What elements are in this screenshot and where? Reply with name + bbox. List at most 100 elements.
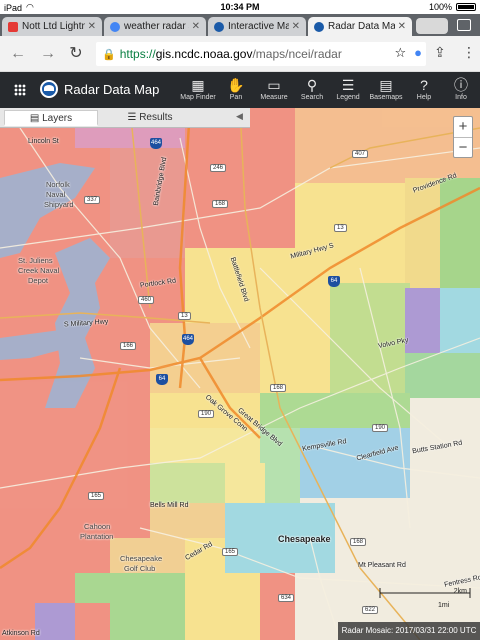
route-shield: 460 [138,296,155,304]
battery-icon [456,3,476,11]
new-tab-button[interactable] [416,18,448,34]
basemaps-icon: ▤ [379,77,393,93]
back-arrow-icon[interactable]: ← [8,44,28,64]
more-menu-icon[interactable]: ⋮ [462,44,476,61]
app-title: Radar Data Map [64,82,160,97]
interstate-shield: 64 [156,374,168,385]
route-shield: 634 [278,594,295,602]
radar-cell [35,603,75,640]
browser-tab-1[interactable]: Nott Ltd Lightni ✕ [2,17,102,36]
tab-label: Results [139,112,173,123]
tool-label: Search [300,94,324,101]
forward-arrow-icon[interactable]: → [38,44,58,64]
interstate-shield: 464 [182,334,194,345]
map-label: Naval [46,190,66,199]
scale-mi: 1mi [438,602,450,609]
noaa-icon [214,21,224,32]
route-shield: 165 [88,492,105,500]
map-label: Plantation [80,532,114,541]
microphone-icon[interactable]: ● [414,45,422,61]
interstate-shield: 64 [328,276,340,287]
close-icon[interactable]: ✕ [192,21,200,32]
map-label: Golf Club [124,564,156,573]
clock: 10:34 PM [220,2,260,12]
list-icon: ☰ [127,112,140,123]
zoom-in-button[interactable]: + [454,117,472,137]
map-canvas[interactable] [0,108,480,640]
map-label: Lincoln St [28,138,59,145]
app-grid-icon[interactable] [14,84,26,96]
tool-label: Pan [229,94,243,101]
radar-cell [75,603,110,640]
help-button[interactable]: ? Help [404,76,444,101]
collapse-panel-icon[interactable]: ◀ [236,111,243,122]
star-icon[interactable]: ☆ [394,45,406,61]
route-shield: 190 [372,424,389,432]
radar-cell [405,288,440,353]
legend-button[interactable]: ☰ Legend [328,76,368,101]
address-input[interactable]: 🔒 https:// gis.ncdc.noaa.gov /maps/ncei/… [96,42,426,66]
close-icon[interactable]: ✕ [292,21,300,32]
tab-title: Radar Data Map | [328,21,395,32]
map-label: Bells Mill Rd [150,502,189,509]
layers-icon: ▤ [29,113,43,124]
close-icon[interactable]: ✕ [88,21,96,32]
zoom-out-button[interactable]: − [454,137,472,157]
route-shield: 165 [222,548,239,556]
google-icon [110,21,120,32]
tab-title: weather radar arc [124,21,189,32]
radar-map[interactable]: Norfolk Naval Shipyard St. Juliens Creek… [0,108,480,640]
tab-title: Interactive Map T [228,21,289,32]
map-label: Cahoon [84,522,111,531]
map-label: Norfolk [46,180,70,189]
radar-cell [260,393,410,428]
radar-cell [110,603,185,640]
map-label: Creek Naval [18,266,60,275]
youtube-icon [8,21,18,32]
route-shield: 168 [350,538,367,546]
map-label-city: Chesapeake [278,534,331,544]
map-label: Depot [28,276,49,285]
noaa-logo [40,80,58,98]
zoom-control: + − [453,116,473,158]
pan-button[interactable]: ✋ Pan [216,76,256,101]
route-shield: 13 [334,224,347,232]
browser-tab-3[interactable]: Interactive Map T ✕ [208,17,306,36]
map-label: St. Juliens [18,256,53,265]
ruler-icon: ▭ [267,77,281,93]
tool-label: Measure [260,94,288,101]
radar-cell [440,288,480,353]
radar-cell [75,573,185,603]
radar-cell [300,428,410,498]
measure-button[interactable]: ▭ Measure [254,76,294,101]
route-shield: 190 [198,410,215,418]
url-host: gis.ncdc.noaa.gov [155,47,253,61]
interstate-shield: 464 [150,138,162,149]
side-panel-tabs: ▤ Layers ☰ Results ◀ [0,108,250,128]
route-shield: 13 [178,312,191,320]
browser-tab-2[interactable]: weather radar arc ✕ [104,17,206,36]
tab-results[interactable]: ☰ Results [104,110,196,126]
close-icon[interactable]: ✕ [398,21,406,32]
map-finder-button[interactable]: ▦ Map Finder [178,76,218,101]
tab-title: Nott Ltd Lightni [22,21,85,32]
hand-icon: ✋ [227,77,245,93]
tool-label: Map Finder [180,94,216,101]
scale-km: 2km [453,588,467,595]
search-button[interactable]: ⚲ Search [292,76,332,101]
share-icon[interactable]: ⇪ [434,44,446,61]
route-shield: 246 [210,164,227,172]
tool-label: Help [416,94,432,101]
map-label: Shipyard [44,200,74,209]
basemaps-button[interactable]: ▤ Basemaps [366,76,406,101]
info-button[interactable]: ⓘ Info [441,76,480,101]
radar-cell [185,248,330,323]
tab-switcher-icon[interactable] [457,19,471,31]
reload-icon[interactable]: ↻ [66,44,86,64]
tab-label: Layers [42,113,73,124]
tool-label: Legend [336,94,360,101]
browser-tab-4-active[interactable]: Radar Data Map | ✕ [308,17,412,36]
browser-tab-strip: Nott Ltd Lightni ✕ weather radar arc ✕ I… [0,14,480,36]
noaa-icon [314,21,324,32]
tab-layers[interactable]: ▤ Layers [4,110,98,126]
